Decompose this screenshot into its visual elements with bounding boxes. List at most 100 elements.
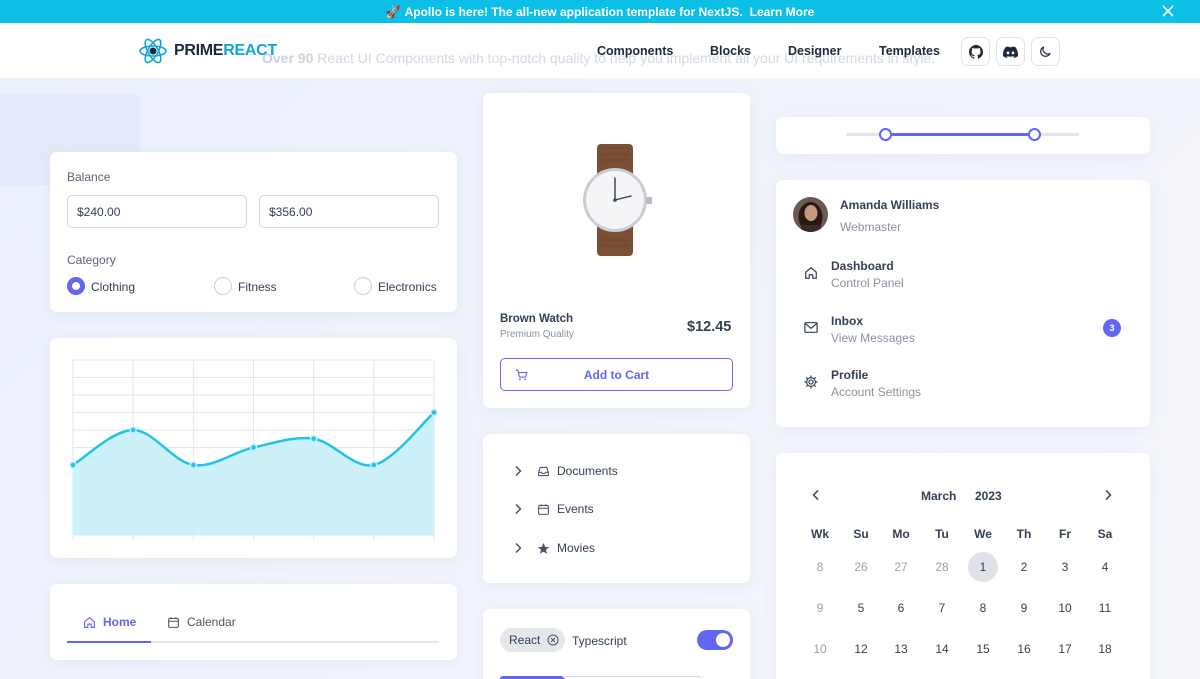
tree-item-events[interactable]: Events — [513, 502, 594, 516]
calendar-day[interactable]: 15 — [968, 634, 998, 664]
balance-input-1[interactable]: $240.00 — [67, 195, 247, 228]
radio-fitness[interactable] — [214, 277, 232, 295]
product-price: $12.45 — [687, 319, 732, 335]
radio-electronics[interactable] — [354, 277, 372, 295]
calendar-weekday-header: Su — [853, 527, 869, 541]
calendar-month[interactable]: March — [921, 489, 956, 503]
tree-label-documents: Documents — [557, 464, 618, 478]
add-to-cart-button[interactable]: Add to Cart — [500, 358, 733, 391]
cart-icon — [515, 369, 528, 381]
primereact-logo[interactable]: PRIMEREACT — [138, 35, 277, 67]
calendar-day[interactable]: 3 — [1050, 552, 1080, 582]
tab-home-label: Home — [103, 615, 137, 629]
calendar-day-selected[interactable]: 1 — [968, 552, 998, 582]
calendar-day[interactable]: 11 — [1090, 593, 1120, 623]
envelope-icon — [804, 322, 818, 333]
area-chart — [69, 359, 438, 541]
chevron-right-icon[interactable] — [1103, 489, 1113, 501]
chevron-left-icon[interactable] — [811, 489, 821, 501]
calendar-day[interactable]: 4 — [1090, 552, 1120, 582]
rocket-icon: 🚀 — [385, 4, 401, 19]
calendar-day[interactable]: 16 — [1009, 634, 1039, 664]
calendar-day[interactable]: 13 — [886, 634, 916, 664]
nav-templates[interactable]: Templates — [879, 44, 940, 58]
tree-label-events: Events — [557, 502, 594, 516]
calendar-day[interactable]: 2 — [1009, 552, 1039, 582]
chips-input-text[interactable]: Typescript — [572, 634, 627, 648]
discord-icon — [1003, 45, 1018, 58]
product-subtitle: Premium Quality — [500, 329, 574, 340]
calendar-day[interactable]: 8 — [968, 593, 998, 623]
menu-subtitle-dashboard: Control Panel — [831, 276, 904, 290]
tab-calendar[interactable]: Calendar — [167, 615, 236, 629]
home-icon — [84, 616, 95, 628]
discord-button[interactable] — [996, 37, 1025, 66]
tab-home[interactable]: Home — [83, 615, 136, 629]
star-icon — [537, 542, 550, 554]
calendar-day[interactable]: 9 — [1009, 593, 1039, 623]
radio-label-fitness: Fitness — [238, 280, 277, 294]
inbox-badge: 3 — [1103, 319, 1121, 337]
calendar-day[interactable]: 5 — [846, 593, 876, 623]
calendar-weekday-header: Sa — [1097, 527, 1113, 541]
github-button[interactable] — [961, 37, 990, 66]
calendar-week-number: 9 — [816, 601, 824, 615]
home-icon — [805, 267, 817, 279]
calendar-day[interactable]: 12 — [846, 634, 876, 664]
menu-title-profile: Profile — [831, 368, 869, 382]
tab-active-indicator — [67, 641, 151, 643]
menu-subtitle-profile: Account Settings — [831, 385, 922, 399]
calendar-weekday-header: Fr — [1059, 527, 1071, 541]
range-slider-track[interactable] — [846, 128, 1079, 141]
chevron-right-icon — [515, 465, 522, 477]
calendar-icon — [168, 616, 179, 628]
calendar-day[interactable]: 17 — [1050, 634, 1080, 664]
chart-point — [309, 435, 318, 443]
chart-point — [69, 461, 77, 469]
gear-icon — [804, 375, 818, 389]
radio-label-electronics: Electronics — [378, 280, 437, 294]
inbox-icon — [538, 466, 549, 476]
calendar-weekday-header: Th — [1016, 527, 1032, 541]
calendar-weekday-header: Tu — [935, 527, 949, 541]
github-icon — [968, 44, 983, 59]
menu-subtitle-inbox: View Messages — [831, 331, 915, 345]
balance-label: Balance — [67, 170, 111, 184]
slider-card — [776, 117, 1150, 154]
radio-clothing[interactable] — [67, 277, 85, 295]
add-to-cart-label: Add to Cart — [583, 367, 650, 382]
tree-item-movies[interactable]: Movies — [513, 541, 595, 555]
range-slider-handle-high[interactable] — [1028, 128, 1042, 141]
learn-more-link[interactable]: Learn More — [750, 5, 815, 19]
toggle-switch[interactable] — [697, 630, 733, 650]
close-icon[interactable] — [1162, 5, 1174, 17]
calendar-day[interactable]: 6 — [886, 593, 916, 623]
calendar-day-other-month[interactable]: 26 — [846, 552, 876, 582]
nav-components[interactable]: Components — [597, 44, 673, 58]
calendar-day-other-month[interactable]: 28 — [927, 552, 957, 582]
calendar-day-other-month[interactable]: 27 — [886, 552, 916, 582]
range-slider-fill — [885, 133, 1035, 136]
calendar-day[interactable]: 10 — [1050, 593, 1080, 623]
radio-label-clothing: Clothing — [91, 280, 136, 294]
watch-image — [583, 144, 652, 256]
calendar-weekday-header: Mo — [892, 527, 910, 541]
toggle-knob — [716, 633, 730, 647]
range-slider-handle-low[interactable] — [879, 128, 893, 141]
tree-item-documents[interactable]: Documents — [513, 464, 618, 478]
calendar-year[interactable]: 2023 — [975, 489, 1002, 503]
nav-blocks[interactable]: Blocks — [710, 44, 751, 58]
calendar-day[interactable]: 7 — [927, 593, 957, 623]
chip-react-label: React — [509, 633, 541, 647]
tab-calendar-label: Calendar — [187, 615, 236, 629]
remove-chip-icon[interactable] — [547, 634, 559, 646]
nav-designer[interactable]: Designer — [788, 44, 842, 58]
tree-label-movies: Movies — [557, 541, 596, 555]
calendar-day[interactable]: 18 — [1090, 634, 1120, 664]
chart-point — [189, 461, 198, 469]
atom-logo-icon — [139, 38, 167, 64]
balance-input-2[interactable]: $356.00 — [259, 195, 439, 228]
calendar-week-number: 10 — [813, 642, 827, 656]
theme-toggle-button[interactable] — [1031, 37, 1060, 66]
calendar-day[interactable]: 14 — [927, 634, 957, 664]
